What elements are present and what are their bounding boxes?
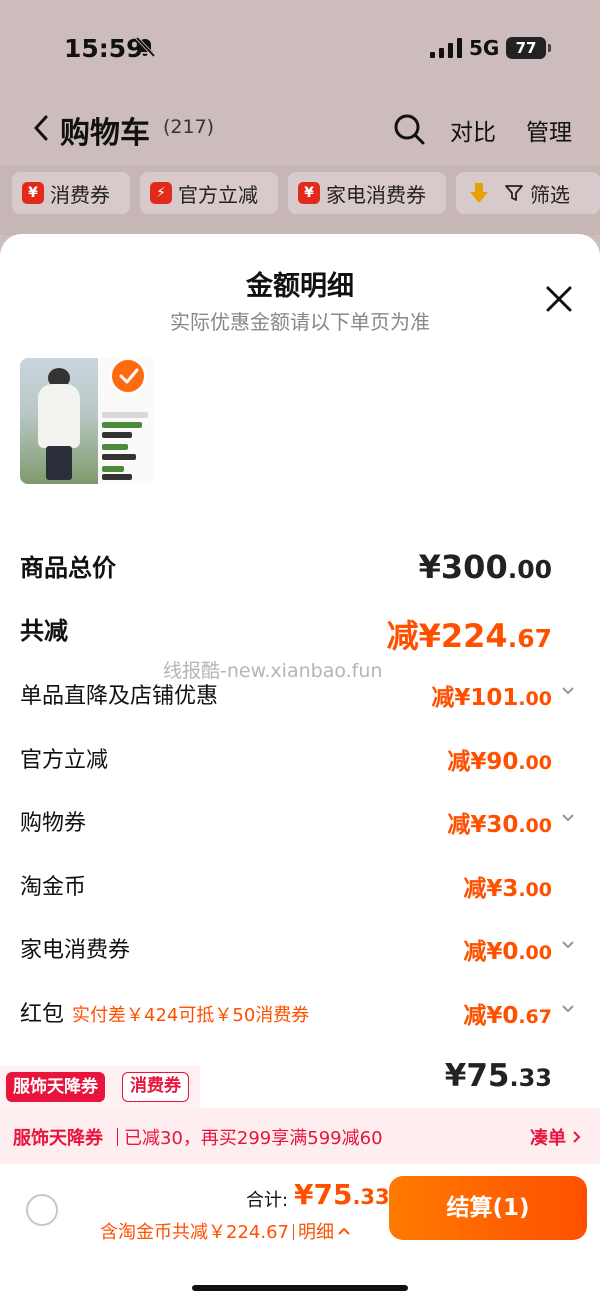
chevron-up-icon	[338, 1227, 350, 1235]
discount-detail-toggle[interactable]: 含淘金币共减￥224.67 明细	[100, 1218, 351, 1244]
cart-count: (217)	[163, 116, 215, 138]
chevron-right-icon	[573, 1131, 581, 1143]
promo-tag-coupon[interactable]: 消费券	[122, 1072, 189, 1102]
discount-item-value: 减¥30.00	[447, 812, 552, 838]
discount-item-value: 减¥90.00	[447, 749, 552, 775]
selected-badge[interactable]	[110, 358, 146, 394]
spec-line	[102, 412, 148, 418]
checkout-bar: 合计: ¥75.33 含淘金币共减￥224.67 明细 结算(1)	[0, 1164, 600, 1304]
promo-divider	[117, 1128, 118, 1146]
back-arrow-icon[interactable]	[30, 114, 52, 142]
discount-item-label: 官方立减	[20, 748, 109, 773]
chip-label: 消费券	[50, 182, 110, 207]
yen-coupon-icon: ¥	[22, 182, 44, 204]
sheet-total-value: ¥75.33	[444, 1058, 552, 1094]
discount-item-label: 购物券	[20, 811, 87, 836]
discount-item-row[interactable]: 购物券 减¥30.00	[0, 805, 600, 845]
promo-bar[interactable]: 服饰天降券 已减30，再买299享满599减60 凑单	[0, 1108, 600, 1164]
filter-chip-official-discount[interactable]: ⚡ 官方立减	[140, 172, 278, 214]
discount-item-row[interactable]: 家电消费券 减¥0.00	[0, 932, 600, 972]
filter-chips-bar: ¥ 消费券 ⚡ 官方立减 ¥ 家电消费券 筛选	[0, 165, 600, 235]
discount-item-label: 单品直降及店铺优惠	[20, 684, 219, 709]
chip-label: 官方立减	[178, 182, 258, 207]
total-discount-value: 减¥224.67	[386, 617, 552, 655]
discount-item-row[interactable]: 红包 实付差￥424可抵￥50消费券 减¥0.67	[0, 996, 600, 1036]
promo-text: 已减30，再买299享满599减60	[124, 1128, 383, 1149]
product-photo-jacket	[38, 384, 80, 448]
filter-chip-appliance-coupon[interactable]: ¥ 家电消费券	[288, 172, 446, 214]
product-photo-pants	[46, 446, 72, 480]
sum-value: ¥75.33	[294, 1178, 390, 1211]
battery-icon: 77	[506, 37, 551, 59]
discount-item-value: 减¥3.00	[463, 876, 552, 902]
discount-item-value: 减¥101.00	[431, 685, 552, 711]
status-time: 15:59	[64, 34, 144, 63]
promo-tags: 服饰天降券 消费券	[0, 1066, 200, 1108]
sum-label: 合计:	[246, 1190, 289, 1211]
close-icon[interactable]	[544, 284, 574, 314]
sheet-subtitle: 实际优惠金额请以下单页为准	[170, 310, 430, 334]
spec-line	[102, 444, 128, 450]
home-indicator	[192, 1285, 408, 1291]
spec-line	[102, 422, 142, 428]
manage-button[interactable]: 管理	[526, 113, 572, 147]
discount-item-value: 减¥0.00	[463, 939, 552, 965]
discount-item-value: 减¥0.67	[463, 1003, 552, 1029]
filter-funnel-icon	[505, 185, 523, 201]
promo-tag-apparel[interactable]: 服饰天降券	[6, 1072, 105, 1102]
bell-muted-icon	[135, 36, 156, 58]
lightning-icon: ⚡	[150, 182, 172, 204]
navbar: 购物车 (217) 对比 管理	[0, 100, 600, 160]
promo-name: 服饰天降券	[13, 1128, 103, 1149]
chevron-down-icon[interactable]	[561, 1004, 575, 1014]
price-down-arrow-icon	[470, 183, 488, 203]
add-items-link[interactable]: 凑单	[530, 1124, 566, 1150]
discount-item-label: 家电消费券	[20, 938, 131, 963]
chip-label: 家电消费券	[326, 182, 426, 207]
filter-chip-consumer-coupon[interactable]: ¥ 消费券	[12, 172, 130, 214]
chevron-down-icon[interactable]	[561, 813, 575, 823]
compare-button[interactable]: 对比	[450, 113, 496, 147]
status-bar: 15:59 5G 77	[0, 0, 600, 90]
total-discount-label: 共减	[20, 617, 68, 645]
yen-coupon-icon: ¥	[298, 182, 320, 204]
discount-item-row[interactable]: 单品直降及店铺优惠 减¥101.00	[0, 678, 600, 718]
search-icon[interactable]	[393, 113, 425, 145]
chip-label: 筛选	[530, 182, 570, 207]
discount-item-label: 红包 实付差￥424可抵￥50消费券	[20, 1002, 310, 1027]
checkmark-icon	[119, 368, 139, 384]
product-total-value: ¥300.00	[418, 548, 552, 586]
checkout-button[interactable]: 结算(1)	[389, 1176, 587, 1240]
discount-item-row: 官方立减 减¥90.00	[0, 742, 600, 782]
chevron-down-icon[interactable]	[561, 940, 575, 950]
spec-line	[102, 474, 132, 480]
red-packet-hint: 实付差￥424可抵￥50消费券	[72, 1005, 310, 1026]
chevron-down-icon[interactable]	[561, 686, 575, 696]
page-title: 购物车	[60, 116, 150, 151]
spec-line	[102, 454, 136, 460]
sheet-title: 金额明细	[246, 271, 354, 302]
spec-line	[102, 466, 124, 472]
product-total-label: 商品总价	[20, 554, 116, 582]
network-type: 5G	[469, 36, 500, 60]
spec-line	[102, 432, 132, 438]
filter-chip-filter[interactable]: 筛选	[456, 172, 600, 214]
discount-item-row: 淘金币 减¥3.00	[0, 869, 600, 909]
product-total-row: 商品总价 ¥300.00	[0, 548, 600, 588]
total-discount-row: 共减 减¥224.67	[0, 611, 600, 655]
cellular-signal-icon	[430, 38, 462, 58]
select-all-checkbox[interactable]	[26, 1194, 58, 1226]
discount-item-label: 淘金币	[20, 875, 87, 900]
